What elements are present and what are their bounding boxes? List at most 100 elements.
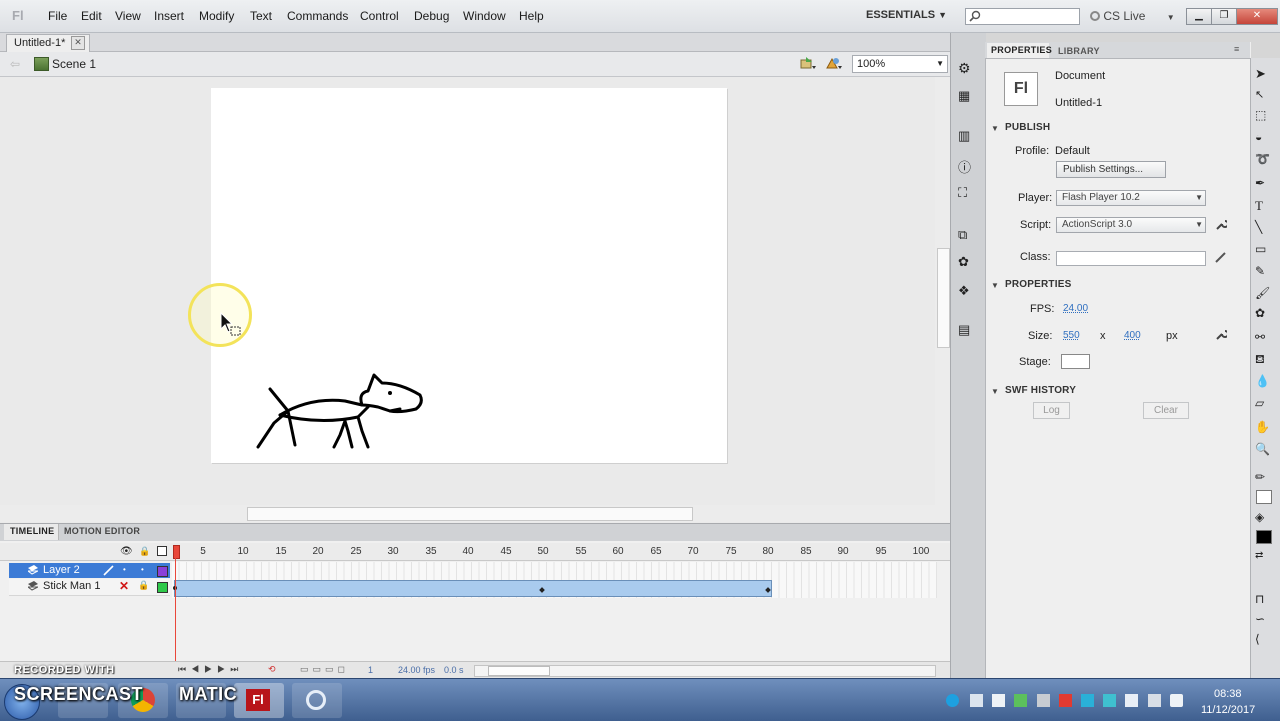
tray-keyboard-icon[interactable]	[970, 694, 983, 707]
edit-scene-icon[interactable]	[826, 56, 842, 70]
selection-tool-icon[interactable]: ➤	[1255, 66, 1271, 82]
fill-color-icon[interactable]: ◈	[1255, 510, 1271, 526]
project-icon[interactable]: ▤	[958, 322, 976, 338]
wrench-icon[interactable]	[1215, 329, 1227, 341]
swf-history-section-header[interactable]: SWF HISTORY	[1005, 385, 1076, 396]
wrench-icon[interactable]	[1215, 219, 1227, 231]
clock-date[interactable]: 11/12/2017	[1201, 704, 1255, 716]
stroke-color-icon[interactable]: ✏	[1255, 470, 1271, 486]
hidden-x-icon[interactable]: ✕	[119, 579, 129, 593]
skype-icon[interactable]	[946, 694, 959, 707]
camera-icon[interactable]: ⚙	[958, 60, 976, 76]
menu-control[interactable]: Control	[360, 9, 399, 23]
menu-window[interactable]: Window	[463, 9, 506, 23]
menu-commands[interactable]: Commands	[287, 9, 348, 23]
properties-section-header[interactable]: PROPERTIES	[1005, 279, 1071, 290]
lock-icon[interactable]: 🔒	[138, 580, 149, 591]
frame-rate[interactable]: 24.00 fps	[398, 665, 435, 675]
smooth-icon[interactable]: ∽	[1255, 612, 1271, 628]
layer-row-layer2[interactable]: Layer 2 • •	[9, 563, 170, 578]
menu-edit[interactable]: Edit	[81, 9, 102, 23]
menu-insert[interactable]: Insert	[154, 9, 184, 23]
straighten-icon[interactable]: ⟨	[1255, 632, 1271, 648]
minimize-button[interactable]: ▁	[1186, 8, 1212, 25]
fill-color-swatch[interactable]	[1256, 530, 1272, 544]
tray-network-icon[interactable]	[1081, 694, 1094, 707]
close-icon[interactable]: ✕	[71, 36, 85, 50]
snap-to-objects-icon[interactable]: ⊓	[1255, 592, 1271, 608]
restore-button[interactable]: ❐	[1211, 8, 1237, 25]
eye-icon[interactable]: 👁	[120, 546, 133, 557]
paint-bucket-tool-icon[interactable]: ⛾	[1255, 352, 1271, 368]
pencil-tool-icon[interactable]: ✎	[1255, 264, 1271, 280]
tray-signal-icon[interactable]	[1148, 694, 1161, 707]
zoom-tool-icon[interactable]: 🔍	[1255, 442, 1271, 458]
tray-green-icon[interactable]	[1014, 694, 1027, 707]
fps-value[interactable]: 24.00	[1063, 303, 1088, 314]
free-transform-tool-icon[interactable]: ⬚	[1255, 108, 1271, 124]
menu-help[interactable]: Help	[519, 9, 544, 23]
clock-time[interactable]: 08:38	[1214, 688, 1242, 700]
back-arrow-icon[interactable]: ⇦	[10, 57, 20, 71]
menu-debug[interactable]: Debug	[414, 9, 449, 23]
layer-color-swatch[interactable]	[157, 582, 168, 593]
deco-tool-icon[interactable]: ✿	[1255, 306, 1271, 322]
document-tab[interactable]: Untitled-1* ✕	[6, 34, 90, 52]
help-search-input[interactable]	[965, 8, 1080, 25]
loop-icon[interactable]: ⟲	[268, 664, 276, 675]
transform-icon[interactable]: ⛶	[958, 185, 976, 201]
publish-settings-button[interactable]: Publish Settings...	[1056, 161, 1166, 178]
height-value[interactable]: 400	[1124, 330, 1141, 341]
current-frame[interactable]: 1	[368, 665, 373, 675]
collapse-arrow-icon[interactable]: ▼	[991, 124, 999, 133]
actions-icon[interactable]: ⧉	[958, 227, 976, 243]
workspace-switcher[interactable]: ESSENTIALS ▼	[866, 9, 947, 21]
stage-color-swatch[interactable]	[1061, 354, 1090, 369]
tray-monitor-icon[interactable]	[1125, 694, 1138, 707]
frame-ruler[interactable]: 1 5 10 15 20 25 30 35 40 45 50 55 60 65 …	[172, 543, 937, 560]
eyedropper-tool-icon[interactable]: 💧	[1255, 374, 1271, 390]
vertical-scroll-thumb[interactable]	[937, 248, 950, 348]
timeline-scroll-thumb[interactable]	[488, 666, 550, 676]
eraser-tool-icon[interactable]: ▱	[1255, 396, 1271, 412]
outline-icon[interactable]	[157, 546, 167, 556]
tab-timeline[interactable]: TIMELINE	[4, 524, 59, 540]
tab-library[interactable]: LIBRARY	[1058, 46, 1100, 56]
info-icon[interactable]: ⓘ	[958, 157, 976, 175]
player-select[interactable]: Flash Player 10.2 ▼	[1056, 190, 1206, 206]
hand-tool-icon[interactable]: ✋	[1255, 420, 1271, 436]
edit-symbols-icon[interactable]	[800, 56, 816, 70]
lock-icon[interactable]: 🔒	[139, 546, 150, 557]
collapse-arrow-icon[interactable]: ▼	[991, 387, 999, 396]
tray-red-icon[interactable]	[1059, 694, 1072, 707]
line-tool-icon[interactable]: ╲	[1255, 220, 1271, 236]
rectangle-tool-icon[interactable]: ▭	[1255, 242, 1271, 258]
tab-motion-editor[interactable]: MOTION EDITOR	[64, 526, 140, 536]
close-window-button[interactable]: ✕	[1236, 8, 1278, 25]
lasso-tool-icon[interactable]: ➰	[1255, 152, 1271, 168]
bone-tool-icon[interactable]: ⚯	[1255, 330, 1271, 346]
layer-row-stick-man-1[interactable]: Stick Man 1 ✕ 🔒	[9, 579, 170, 596]
layer-color-swatch[interactable]	[157, 566, 168, 577]
onion-skin-icons[interactable]: ▭▭▭◻	[300, 664, 349, 675]
menu-text[interactable]: Text	[250, 9, 272, 23]
clear-button[interactable]: Clear	[1143, 402, 1189, 419]
tab-properties[interactable]: PROPERTIES	[987, 43, 1052, 58]
motion-presets-icon[interactable]: ❖	[958, 283, 976, 299]
subselection-tool-icon[interactable]: ↖	[1255, 88, 1271, 104]
playback-controls[interactable]: ⏮◀▶▶⏭	[178, 664, 243, 675]
class-input[interactable]	[1056, 251, 1206, 266]
width-value[interactable]: 550	[1063, 330, 1080, 341]
cs-live-button[interactable]: CS Live ▼	[1090, 9, 1175, 23]
components-icon[interactable]: ✿	[958, 254, 976, 270]
grid-icon[interactable]: ▦	[958, 88, 976, 104]
tray-cast-icon[interactable]	[1103, 694, 1116, 707]
menu-file[interactable]: File	[48, 9, 67, 23]
menu-modify[interactable]: Modify	[199, 9, 234, 23]
pen-tool-icon[interactable]: ✒	[1255, 176, 1271, 192]
taskbar-flash[interactable]: Fl	[234, 683, 284, 718]
publish-section-header[interactable]: PUBLISH	[1005, 122, 1050, 133]
collapse-arrow-icon[interactable]: ▼	[991, 281, 999, 290]
stroke-color-swatch[interactable]	[1256, 490, 1272, 504]
visibility-dot[interactable]: •	[123, 565, 126, 574]
